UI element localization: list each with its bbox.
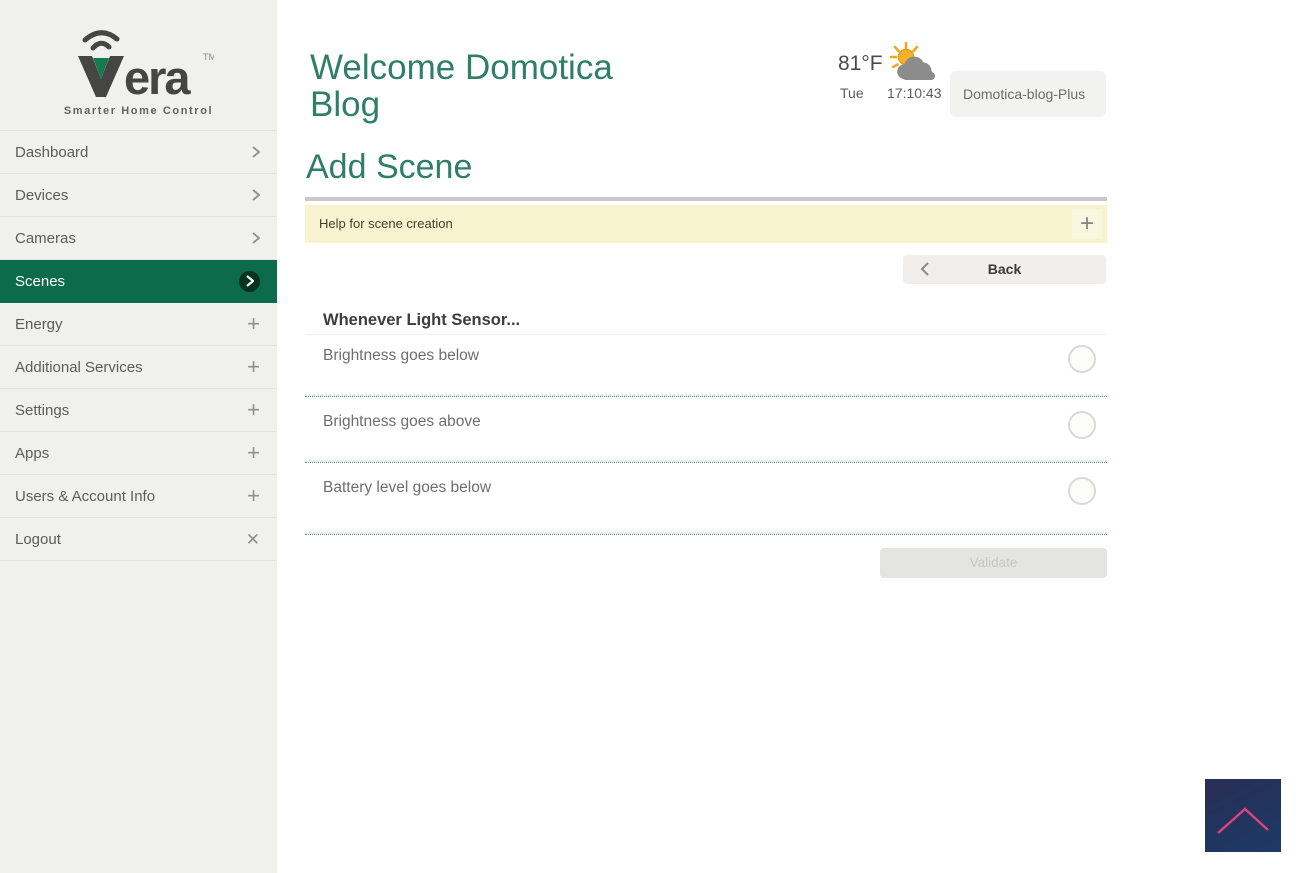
scroll-to-top-tile[interactable] bbox=[1205, 779, 1281, 852]
heading-rule bbox=[305, 334, 1107, 335]
logo-tagline: Smarter Home Control bbox=[44, 105, 234, 117]
sidebar-menu: Dashboard Devices Cameras Scenes bbox=[0, 130, 277, 561]
expand-plus-icon[interactable]: + bbox=[1072, 209, 1102, 239]
sidebar-item-cameras[interactable]: Cameras bbox=[0, 217, 277, 260]
sidebar-item-scenes[interactable]: Scenes bbox=[0, 260, 277, 303]
sidebar-item-users-account-info[interactable]: Users & Account Info + bbox=[0, 475, 277, 518]
section-divider-bar bbox=[305, 197, 1107, 201]
chevron-right-icon bbox=[252, 146, 260, 158]
trigger-option-label: Brightness goes below bbox=[323, 347, 479, 365]
radio-brightness-goes-above[interactable] bbox=[1068, 411, 1096, 439]
sun-behind-cloud-icon bbox=[889, 42, 939, 88]
close-icon: ✕ bbox=[246, 531, 260, 548]
app-window: era TM Smarter Home Control Dashboard De… bbox=[0, 0, 1300, 873]
sidebar-item-energy[interactable]: Energy + bbox=[0, 303, 277, 346]
main-content: Welcome Domotica Blog 81°F Tue 17:10:43 … bbox=[277, 0, 1300, 873]
plus-icon: + bbox=[247, 313, 260, 335]
trigger-section-heading: Whenever Light Sensor... bbox=[323, 311, 520, 330]
chevron-right-circle-icon bbox=[239, 271, 260, 292]
dotted-separator bbox=[305, 532, 1107, 535]
validate-button[interactable]: Validate bbox=[880, 548, 1107, 578]
sidebar-item-devices[interactable]: Devices bbox=[0, 174, 277, 217]
chevron-right-icon bbox=[252, 189, 260, 201]
plus-icon: + bbox=[247, 356, 260, 378]
help-accordion-header[interactable]: Help for scene creation + bbox=[305, 205, 1107, 243]
radio-battery-level-goes-below[interactable] bbox=[1068, 477, 1096, 505]
sidebar-item-apps[interactable]: Apps + bbox=[0, 432, 277, 475]
chevron-left-icon bbox=[920, 262, 929, 281]
plus-icon: + bbox=[247, 442, 260, 464]
sidebar-item-logout[interactable]: Logout ✕ bbox=[0, 518, 277, 561]
trigger-option-label: Brightness goes above bbox=[323, 413, 481, 431]
trigger-option-label: Battery level goes below bbox=[323, 479, 491, 497]
svg-text:TM: TM bbox=[203, 52, 214, 62]
controller-selector[interactable]: Domotica-blog-Plus bbox=[950, 71, 1106, 117]
temperature-reading: 81°F bbox=[838, 52, 883, 76]
plus-icon: + bbox=[247, 399, 260, 421]
vera-logo: era TM Smarter Home Control bbox=[44, 26, 234, 117]
vera-logo-icon: era TM bbox=[64, 26, 214, 104]
help-accordion-label: Help for scene creation bbox=[319, 216, 453, 231]
page-title: Add Scene bbox=[306, 148, 472, 187]
svg-text:era: era bbox=[124, 51, 191, 104]
weekday-label: Tue bbox=[840, 85, 864, 101]
sidebar-item-dashboard[interactable]: Dashboard bbox=[0, 131, 277, 174]
dotted-separator bbox=[305, 460, 1107, 463]
sidebar-item-settings[interactable]: Settings + bbox=[0, 389, 277, 432]
plus-icon: + bbox=[247, 485, 260, 507]
chevron-right-icon bbox=[252, 232, 260, 244]
sidebar: era TM Smarter Home Control Dashboard De… bbox=[0, 0, 277, 873]
welcome-heading: Welcome Domotica Blog bbox=[310, 50, 646, 124]
dotted-separator bbox=[305, 394, 1107, 397]
chevron-up-icon bbox=[1205, 779, 1281, 852]
back-button[interactable]: Back bbox=[903, 255, 1106, 284]
sidebar-item-additional-services[interactable]: Additional Services + bbox=[0, 346, 277, 389]
radio-brightness-goes-below[interactable] bbox=[1068, 345, 1096, 373]
clock-time: 17:10:43 bbox=[887, 85, 942, 101]
